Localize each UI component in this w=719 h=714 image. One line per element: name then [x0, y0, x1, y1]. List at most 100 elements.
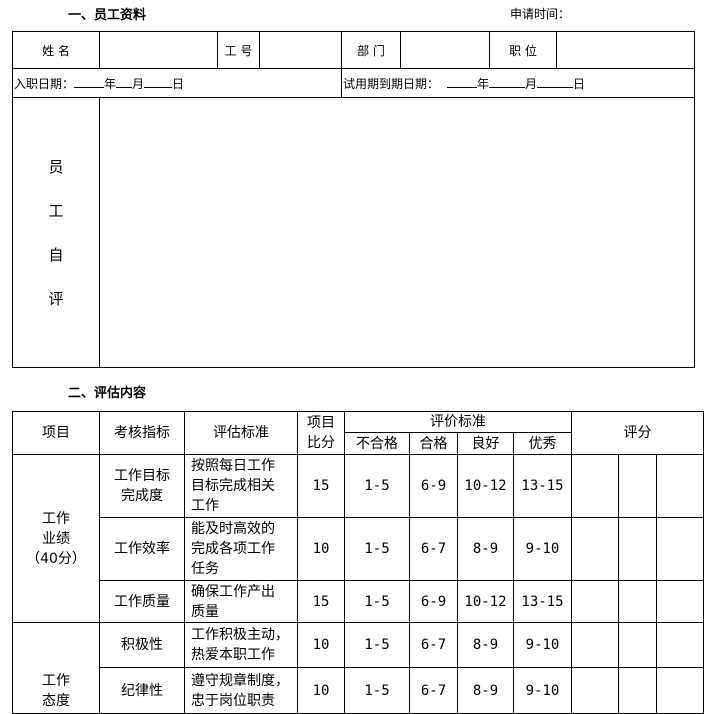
good-range-cell: 8-9: [457, 517, 514, 581]
probation-day-field[interactable]: [537, 75, 574, 88]
criteria-cell: 按照每日工作 目标完成相关 工作: [184, 454, 298, 518]
name-label: 姓 名: [12, 31, 100, 69]
criteria-text: 完成各项工作: [191, 541, 275, 557]
score-field[interactable]: [655, 667, 705, 714]
indicator-cell: 积极性: [99, 622, 185, 668]
pass-range-cell: 6-9: [409, 454, 458, 518]
month-unit: 月: [132, 76, 145, 91]
fail-range-cell: 1-5: [344, 454, 410, 518]
excellent-range-cell: 9-10: [513, 517, 572, 581]
score-field[interactable]: [571, 622, 619, 668]
header-good: 良好: [457, 432, 514, 455]
header-weight-line2: 比分: [307, 435, 335, 451]
criteria-text: 热爱本职工作: [191, 647, 275, 663]
probation-year-field[interactable]: [447, 75, 478, 88]
pass-range-cell: 6-7: [409, 517, 458, 581]
group-name-line: 态度: [42, 693, 70, 709]
year-unit: 年: [477, 76, 490, 91]
pass-range-cell: 6-9: [409, 580, 458, 623]
score-field[interactable]: [571, 580, 619, 623]
position-label: 职 位: [489, 31, 557, 69]
employee-info-table: 姓 名 工 号 部 门 职 位 入职日期：年月日 试用期到期日期：年月日 员 工…: [12, 31, 695, 368]
criteria-text: 任务: [191, 561, 219, 577]
employee-id-field[interactable]: [259, 31, 342, 69]
self-evaluation-label: 员 工 自 评: [12, 97, 100, 368]
score-field[interactable]: [655, 454, 705, 518]
employee-id-label: 工 号: [217, 31, 260, 69]
indicator-text: 完成度: [121, 488, 163, 504]
criteria-text: 忠于岗位职责: [191, 692, 275, 709]
apply-time-label: 申请时间：: [510, 7, 571, 21]
day-unit: 日: [573, 76, 586, 91]
criteria-text: 遵守规章制度，: [191, 672, 289, 689]
hire-date-label: 入职日期：: [14, 76, 75, 91]
group-name-line: 工作: [42, 673, 70, 689]
indicator-cell: 工作质量: [99, 580, 185, 623]
criteria-text: 工作: [191, 498, 219, 514]
weight-cell: 10: [297, 622, 345, 668]
criteria-cell: 确保工作产出 质量: [184, 580, 298, 623]
self-evaluation-field[interactable]: [99, 97, 695, 368]
score-field[interactable]: [618, 667, 657, 714]
department-field[interactable]: [400, 31, 490, 69]
probation-month-field[interactable]: [489, 75, 526, 88]
hire-date-row: 入职日期： 年月 日: [12, 68, 342, 98]
score-field[interactable]: [571, 454, 619, 518]
score-field[interactable]: [655, 517, 705, 581]
score-field[interactable]: [571, 667, 619, 714]
criteria-cell: 遵守规章制度， 忠于岗位职责: [184, 667, 298, 714]
hire-month-field[interactable]: [116, 75, 133, 88]
criteria-text: 按照每日工作: [191, 458, 275, 474]
self-eval-char: 工: [48, 202, 64, 220]
score-field[interactable]: [655, 580, 705, 623]
header-pass: 合格: [409, 432, 458, 455]
group-work-attitude: 工作 态度: [12, 622, 100, 714]
position-field[interactable]: [556, 31, 695, 69]
indicator-cell: 工作效率: [99, 517, 185, 581]
header-indicator: 考核指标: [99, 411, 185, 455]
good-range-cell: 8-9: [457, 667, 514, 714]
score-field[interactable]: [571, 517, 619, 581]
fail-range-cell: 1-5: [344, 517, 410, 581]
criteria-text: 工作积极主动，: [191, 627, 289, 643]
header-weight: 项目 比分: [297, 411, 345, 455]
probation-end-row: 试用期到期日期： 年 月 日: [341, 68, 695, 98]
group-score-note: （40分）: [26, 550, 86, 567]
group-work-performance: 工作 业绩 （40分）: [12, 454, 100, 623]
hire-year-field[interactable]: [74, 75, 105, 88]
month-unit: 月: [525, 76, 538, 91]
score-field[interactable]: [618, 622, 657, 668]
weight-cell: 15: [297, 580, 345, 623]
self-eval-char: 评: [48, 290, 64, 308]
day-unit: 日: [172, 76, 185, 91]
group-name-line: 工作: [42, 510, 70, 527]
header-rating-standard: 评价标准: [344, 411, 572, 433]
weight-cell: 10: [297, 667, 345, 714]
fail-range-cell: 1-5: [344, 580, 410, 623]
score-field[interactable]: [618, 580, 657, 623]
indicator-cell: 工作目标 完成度: [99, 454, 185, 518]
hire-day-field[interactable]: [144, 75, 173, 88]
excellent-range-cell: 9-10: [513, 622, 572, 668]
section-title-evaluation: 二、评估内容: [68, 386, 147, 401]
excellent-range-cell: 13-15: [513, 454, 572, 518]
self-eval-char: 员: [48, 158, 64, 176]
score-field[interactable]: [618, 454, 657, 518]
self-eval-char: 自: [48, 246, 64, 264]
indicator-cell: 纪律性: [99, 667, 185, 714]
pass-range-cell: 6-7: [409, 667, 458, 714]
name-field[interactable]: [99, 31, 218, 69]
good-range-cell: 10-12: [457, 580, 514, 623]
header-excellent: 优秀: [513, 432, 572, 455]
header-criteria: 评估标准: [184, 411, 298, 455]
score-field[interactable]: [655, 622, 705, 668]
pass-range-cell: 6-7: [409, 622, 458, 668]
score-field[interactable]: [618, 517, 657, 581]
criteria-cell: 能及时高效的 完成各项工作 任务: [184, 517, 298, 581]
excellent-range-cell: 13-15: [513, 580, 572, 623]
group-name-line: 业绩: [42, 530, 70, 547]
indicator-text: 工作目标: [114, 468, 170, 484]
good-range-cell: 10-12: [457, 454, 514, 518]
evaluation-table: 项目 考核指标 评估标准 项目 比分 评价标准 评分 不合格 合格 良好 优秀 工…: [12, 411, 705, 714]
criteria-text: 质量: [191, 603, 219, 620]
